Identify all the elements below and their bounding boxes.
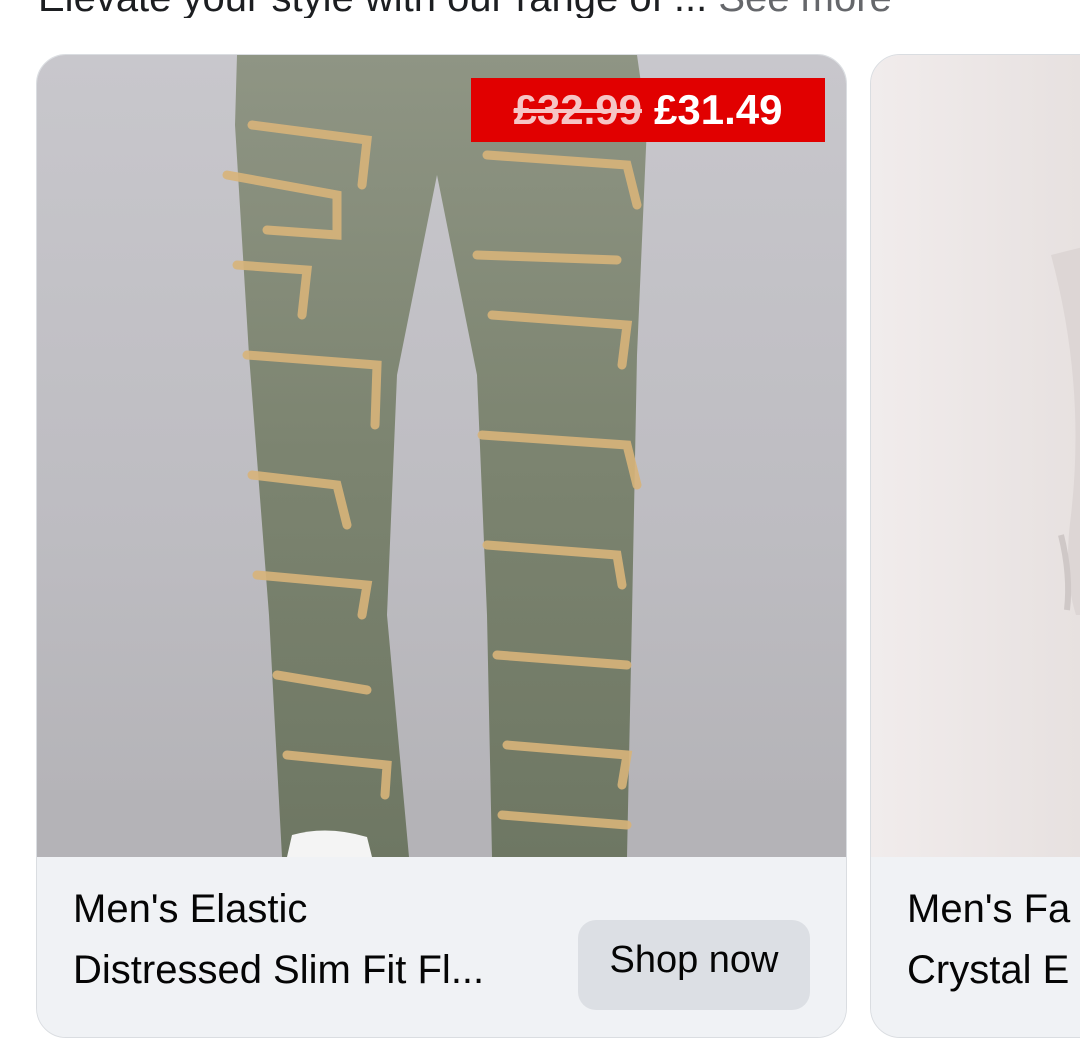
sale-price: £31.49 xyxy=(654,86,783,133)
product-title-line-2: Crystal E xyxy=(907,948,1070,992)
ad-caption: Elevate your style with our range of ...… xyxy=(38,0,1080,18)
product-card[interactable]: Men's Fa Crystal E xyxy=(870,54,1080,1038)
product-title-line-2: Distressed Slim Fit Fl... xyxy=(73,948,485,992)
price-badge: £32.99 £31.49 xyxy=(471,78,825,142)
product-image[interactable]: £32.99 £31.49 xyxy=(37,55,846,857)
product-title[interactable]: Men's Elastic Distressed Slim Fit Fl... xyxy=(73,879,543,1001)
original-price: £32.99 xyxy=(513,86,642,133)
product-title[interactable]: Men's Fa Crystal E xyxy=(907,879,1080,1001)
card-footer: Men's Fa Crystal E xyxy=(871,857,1080,1037)
product-card[interactable]: £32.99 £31.49 Men's Elastic Distressed S… xyxy=(36,54,847,1038)
caption-text: Elevate your style with our range of ... xyxy=(38,0,707,18)
product-title-line-1: Men's Elastic xyxy=(73,887,308,931)
product-photo xyxy=(1051,247,1080,615)
product-image[interactable] xyxy=(871,55,1080,857)
shop-now-button[interactable]: Shop now xyxy=(578,920,810,1010)
product-title-line-1: Men's Fa xyxy=(907,887,1071,931)
card-footer: Men's Elastic Distressed Slim Fit Fl... … xyxy=(37,857,846,1037)
see-more-link[interactable]: See more xyxy=(718,0,891,18)
jeans-image xyxy=(37,55,846,857)
